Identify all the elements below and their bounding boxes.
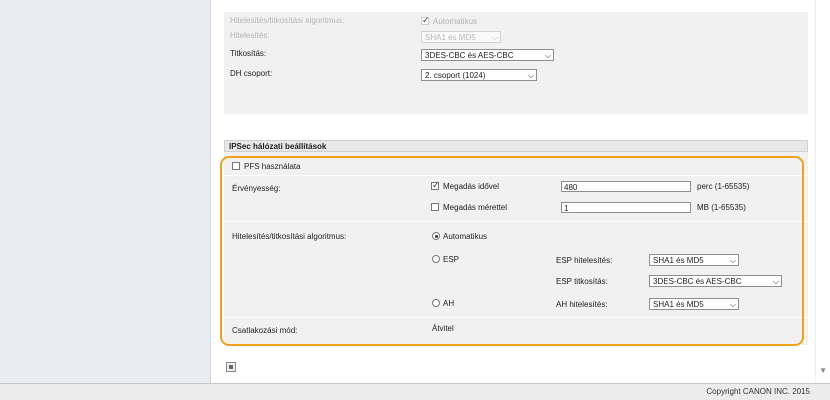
algorithm-auto-checkbox[interactable] [421, 15, 430, 26]
dh-group-label: DH csoport: [230, 69, 273, 78]
chevron-down-icon: ⌵ [491, 33, 498, 42]
chevron-down-icon: ⌵ [729, 300, 736, 309]
chevron-down-icon: ⌵ [527, 71, 534, 80]
esp-encrypt-select[interactable]: 3DES-CBC és AES-CBC ⌵ [649, 275, 782, 287]
algorithm-auto-label: Automatikus [433, 17, 478, 26]
auto-radio-label: Automatikus [443, 232, 488, 241]
top-settings-section: Hitelesítés/titkosítási algoritmus: Auto… [224, 12, 808, 114]
by-size-checkbox[interactable] [431, 203, 439, 211]
copyright-text: Copyright CANON INC. 2015 [706, 387, 810, 396]
algorithm-label: Hitelesítés/titkosítási algoritmus: [230, 16, 345, 25]
auto-radio[interactable] [432, 232, 440, 240]
esp-radio[interactable] [432, 255, 440, 263]
chevron-down-icon: ⌵ [772, 277, 779, 286]
footer: Copyright CANON INC. 2015 [0, 383, 830, 400]
by-time-input[interactable]: 480 [561, 181, 691, 192]
authentication-select[interactable]: SHA1 és MD5 ⌵ [421, 31, 501, 43]
ipsec-algorithm-label: Hitelesítés/titkosítási algoritmus: [232, 232, 347, 241]
scroll-down-icon[interactable]: ▼ [819, 366, 827, 375]
esp-auth-select[interactable]: SHA1 és MD5 ⌵ [649, 254, 739, 266]
by-time-unit: perc (1-65535) [697, 182, 750, 191]
esp-encrypt-label: ESP titkosítás: [556, 277, 608, 286]
ah-auth-label: AH hitelesítés: [556, 300, 608, 309]
by-time-checkbox[interactable] [431, 180, 440, 191]
ipsec-body: PFS használata Érvényesség: Megadás időv… [224, 152, 808, 345]
left-panel [0, 0, 211, 383]
authentication-label: Hitelesítés: [230, 31, 270, 40]
by-size-unit: MB (1-65535) [697, 203, 746, 212]
encryption-select[interactable]: 3DES-CBC és AES-CBC ⌵ [421, 49, 554, 61]
by-size-label: Megadás mérettel [443, 203, 508, 212]
ipsec-header: IPSec hálózati beállítások [224, 140, 808, 152]
ah-radio[interactable] [432, 299, 440, 307]
chevron-down-icon: ⌵ [544, 51, 551, 60]
esp-auth-label: ESP hitelesítés: [556, 256, 613, 265]
scrollbar[interactable]: ▼ [815, 0, 830, 383]
pfs-label: PFS használata [244, 162, 301, 171]
ipsec-section: IPSec hálózati beállítások PFS használat… [224, 140, 808, 345]
by-size-input[interactable]: 1 [561, 202, 691, 213]
encryption-label: Titkosítás: [230, 49, 267, 58]
collapse-icon[interactable] [226, 362, 236, 372]
connection-mode-label: Csatlakozási mód: [232, 326, 298, 335]
pfs-checkbox[interactable] [232, 162, 240, 170]
esp-radio-label: ESP [443, 255, 460, 264]
chevron-down-icon: ⌵ [729, 256, 736, 265]
by-time-label: Megadás idővel [443, 182, 500, 191]
dh-group-select[interactable]: 2. csoport (1024) ⌵ [421, 69, 537, 81]
validity-label: Érvényesség: [232, 184, 281, 193]
connection-mode-value: Átvitel [432, 324, 454, 333]
ah-auth-select[interactable]: SHA1 és MD5 ⌵ [649, 298, 739, 310]
ah-radio-label: AH [443, 299, 455, 308]
